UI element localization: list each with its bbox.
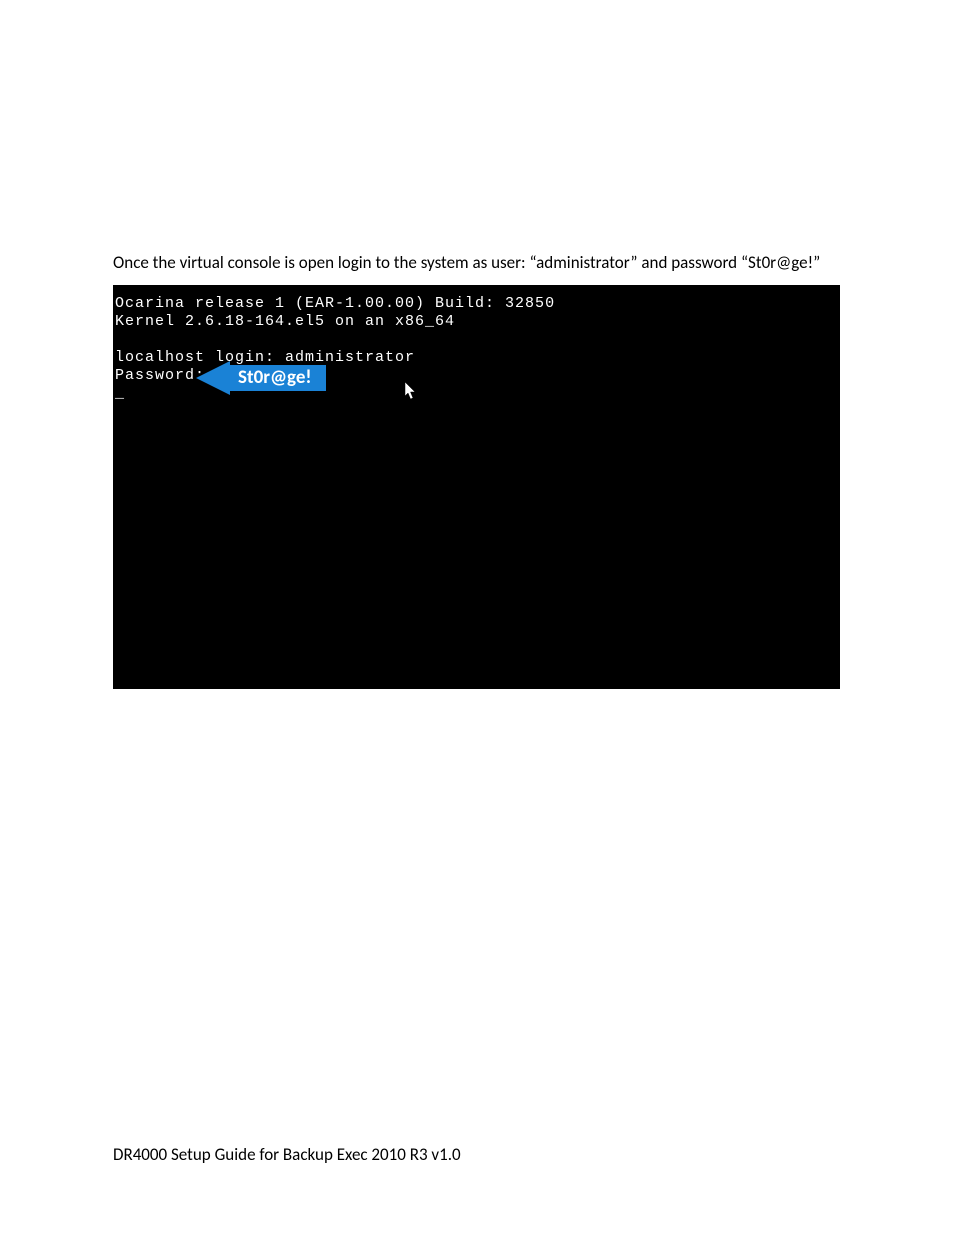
console-line: Kernel 2.6.18-164.el5 on an x86_64 [115, 313, 840, 331]
document-page: Once the virtual console is open login t… [0, 0, 954, 1235]
console-blank-line [115, 331, 840, 349]
password-callout-arrow: St0r@ge! [196, 363, 326, 393]
arrow-left-icon [196, 361, 230, 395]
console-line: Ocarina release 1 (EAR-1.00.00) Build: 3… [115, 295, 840, 313]
console-screenshot: Ocarina release 1 (EAR-1.00.00) Build: 3… [113, 285, 840, 689]
footer-text: DR4000 Setup Guide for Backup Exec 2010 … [113, 1144, 461, 1165]
callout-label: St0r@ge! [230, 365, 326, 391]
mouse-cursor-icon [405, 382, 417, 400]
instruction-text: Once the virtual console is open login t… [113, 252, 841, 274]
